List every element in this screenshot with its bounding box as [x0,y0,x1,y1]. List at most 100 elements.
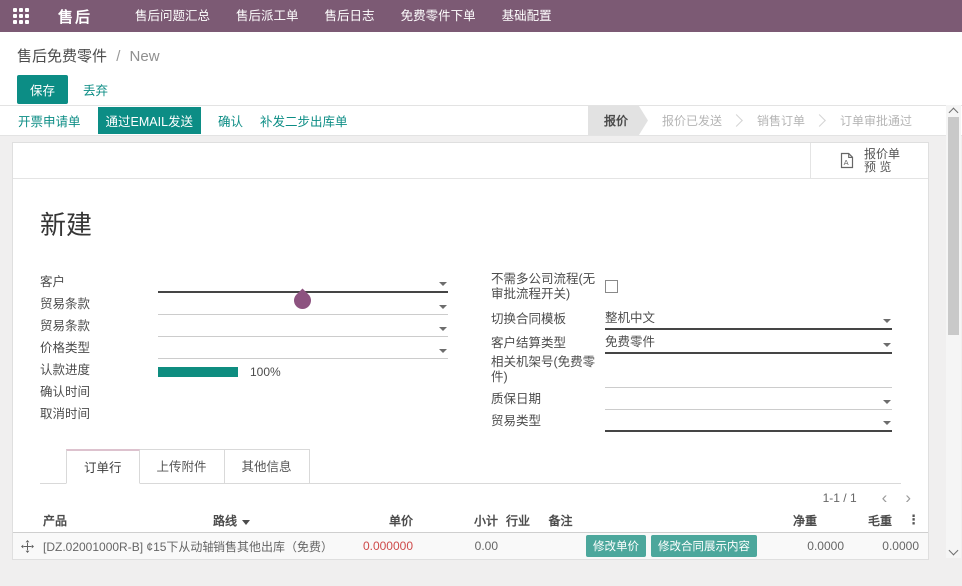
send-email-button[interactable]: 通过EMAIL发送 [98,107,202,134]
pager: 1-1 / 1 ‹ › [13,484,928,508]
col-header-gross-weight[interactable]: 毛重 [817,512,892,529]
tab-order-lines[interactable]: 订单行 [66,449,140,484]
pager-next-icon[interactable]: › [896,492,920,504]
field-label: 贸易条款 [40,297,158,315]
breadcrumb-parent[interactable]: 售后免费零件 [17,48,107,65]
cell-route[interactable]: 销售其他出库（免费） [213,538,353,555]
nav-item-logs[interactable]: 售后日志 [312,0,388,32]
app-title[interactable]: 售后 [58,6,92,27]
scroll-up-icon[interactable] [949,108,959,118]
field-label: 质保日期 [491,392,605,410]
row-delete-button[interactable] [919,538,929,554]
pager-range: 1-1 / 1 [823,491,857,505]
cell-net-weight[interactable]: 0.0000 [757,539,844,553]
payment-progress-field: 100% [158,360,448,381]
kebab-icon: ⋮ [907,512,920,527]
field-label: 贸易类型 [491,414,605,432]
notebook: 订单行 上传附件 其他信息 [40,449,901,484]
caret-down-icon [439,282,447,286]
field-related-rack: 相关机架号(免费零件) [491,355,892,388]
customer-select[interactable] [158,272,448,293]
tab-attachments[interactable]: 上传附件 [140,449,225,484]
field-column-left: 客户 贸易条款 [40,272,491,433]
status-step-order-approved[interactable]: 订单审批通过 [826,106,926,135]
cell-unit-price[interactable]: 0.000000 [353,539,413,553]
no-multicompany-checkbox[interactable] [605,280,618,293]
row-drag-handle[interactable] [21,540,43,553]
contract-template-select[interactable]: 整机中文 [605,307,892,330]
sheet-toolbar: A 报价单 预 览 [13,143,928,179]
pager-prev-icon[interactable]: ‹ [873,492,897,504]
field-contract-template: 切换合同模板 整机中文 [491,307,892,330]
breadcrumb-separator: / [116,48,120,65]
related-rack-input[interactable] [605,367,892,388]
order-lines-table: 产品 路线 单价 小计 行业 备注 净重 毛重 ⋮ [DZ.02001000R-… [13,508,928,560]
field-trade-terms-2: 贸易条款 [40,316,448,337]
cell-product[interactable]: [DZ.02001000R-B] ¢15下从动轴 [43,538,213,555]
nav-item-issue-summary[interactable]: 售后问题汇总 [122,0,223,32]
col-header-unit-price[interactable]: 单价 [353,512,413,529]
action-status-bar: 开票申请单 通过EMAIL发送 确认 补发二步出库单 报价 报价已发送 销售订单… [0,105,962,136]
vertical-scrollbar[interactable] [946,105,961,558]
invoice-request-button[interactable]: 开票申请单 [18,111,81,130]
field-label: 相关机架号(免费零件) [491,355,605,388]
caret-down-icon [439,327,447,331]
caret-down-icon [883,421,891,425]
col-header-net-weight[interactable]: 净重 [730,512,817,529]
nav-item-free-parts-order[interactable]: 免费零件下单 [388,0,489,32]
status-step-sales-order[interactable]: 销售订单 [743,106,819,135]
field-settlement-type: 客户结算类型 免费零件 [491,331,892,354]
scrollbar-thumb[interactable] [948,117,959,335]
field-label: 确认时间 [40,385,158,403]
status-step-quotation-sent[interactable]: 报价已发送 [648,106,736,135]
statusbar: 报价 报价已发送 销售订单 订单审批通过 [588,106,926,135]
svg-text:A: A [844,158,849,167]
optional-columns-toggle[interactable]: ⋮ [892,512,920,528]
field-trade-type: 贸易类型 [491,411,892,432]
caret-down-icon [883,343,891,347]
quotation-preview-label: 报价单 预 览 [864,148,900,174]
cell-gross-weight[interactable]: 0.0000 [844,539,919,553]
field-grid: 客户 贸易条款 [40,272,901,433]
field-column-right: 不需多公司流程(无审批流程开关) 切换合同模板 整机中文 客户结算类型 [491,272,901,433]
col-header-subtotal[interactable]: 小计 [413,512,498,529]
modify-price-button[interactable]: 修改单价 [586,535,646,557]
nav-item-work-orders[interactable]: 售后派工单 [223,0,312,32]
warranty-date-select[interactable] [605,389,892,410]
field-label: 不需多公司流程(无审批流程开关) [491,272,605,305]
modify-contract-display-button[interactable]: 修改合同展示内容 [651,535,757,557]
col-header-route[interactable]: 路线 [213,512,353,529]
col-header-note[interactable]: 备注 [538,512,583,529]
cell-actions: 修改单价 修改合同展示内容 [583,535,757,557]
quotation-preview-button[interactable]: A 报价单 预 览 [810,143,928,178]
save-button[interactable]: 保存 [17,75,68,104]
tab-other-info[interactable]: 其他信息 [225,449,310,484]
settlement-type-select[interactable]: 免费零件 [605,331,892,354]
col-header-industry[interactable]: 行业 [498,512,538,529]
table-row[interactable]: [DZ.02001000R-B] ¢15下从动轴 销售其他出库（免费） 0.00… [13,533,928,560]
scroll-down-icon[interactable] [949,546,959,556]
table-header-row: 产品 路线 单价 小计 行业 备注 净重 毛重 ⋮ [13,508,928,533]
breadcrumb-current: New [130,48,160,65]
drag-move-icon [21,540,34,553]
price-type-select[interactable] [158,338,448,359]
cell-subtotal[interactable]: 0.00 [413,539,498,553]
trade-type-select[interactable] [605,411,892,432]
form-body: 新建 客户 贸易条款 [13,179,928,484]
cancel-time-value [158,404,448,425]
top-navbar: 售后 售后问题汇总 售后派工单 售后日志 免费零件下单 基础配置 [0,0,962,32]
field-label: 价格类型 [40,341,158,359]
col-header-product[interactable]: 产品 [43,512,213,529]
field-price-type: 价格类型 [40,338,448,359]
confirm-button[interactable]: 确认 [218,111,243,130]
reissue-outbound-button[interactable]: 补发二步出库单 [260,111,348,130]
status-step-quotation[interactable]: 报价 [588,106,648,135]
progress-bar [158,367,238,377]
confirm-time-value [158,382,448,403]
tab-bar: 订单行 上传附件 其他信息 [40,449,901,484]
apps-grid-icon[interactable] [13,8,29,24]
field-label: 切换合同模板 [491,312,605,330]
trade-terms-2-select[interactable] [158,316,448,337]
nav-item-base-config[interactable]: 基础配置 [489,0,565,32]
discard-button[interactable]: 丢弃 [83,80,108,99]
